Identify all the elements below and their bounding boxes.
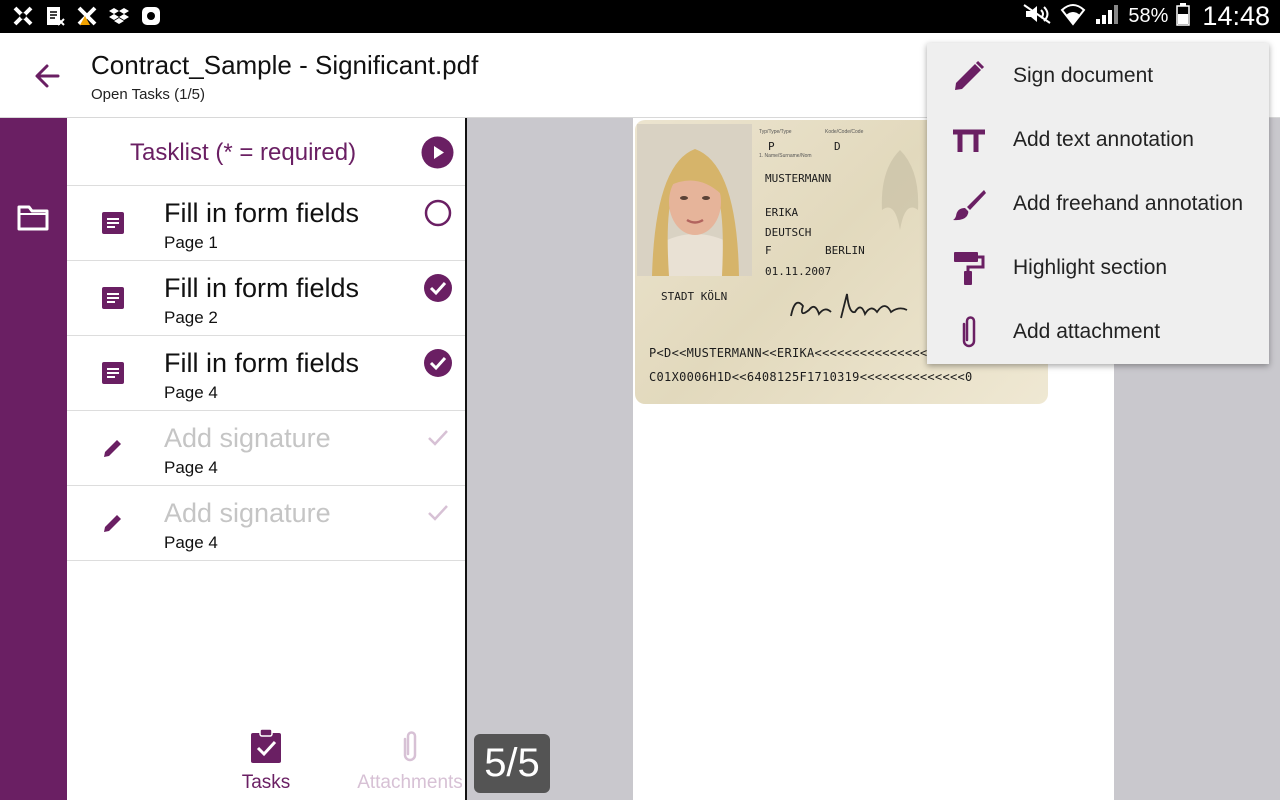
menu-item-add-attachment[interactable]: Add attachment [927, 300, 1269, 364]
tab-tasks-label: Tasks [241, 772, 291, 793]
task-row[interactable]: Add signature Page 4 [67, 486, 465, 561]
id-birth-code: F [765, 244, 772, 257]
wifi-icon [1060, 2, 1086, 31]
tab-attachments[interactable]: Attachments [345, 728, 475, 798]
id-name-caption: 1. Name/Surname/Nom [759, 153, 812, 159]
form-icon [100, 360, 126, 386]
tasklist-header: Tasklist (* = required) [67, 118, 465, 186]
tab-tasks[interactable]: Tasks [201, 728, 331, 798]
play-icon[interactable] [421, 136, 454, 169]
clock: 14:48 [1202, 1, 1270, 31]
id-mrz-line-2: C01X0006H1D<<6408125F1710319<<<<<<<<<<<<… [649, 370, 973, 384]
document-title: Contract_Sample - Significant.pdf [91, 50, 479, 80]
menu-item-highlight-section[interactable]: Highlight section [927, 236, 1269, 300]
task-page: Page 4 [164, 533, 218, 552]
eagle-watermark [881, 150, 919, 230]
task-row[interactable]: Fill in form fields Page 2 [67, 261, 465, 336]
document-icon [44, 5, 66, 27]
id-surname: MUSTERMANN [765, 172, 832, 185]
menu-item-add-text-annotation[interactable]: Add text annotation [927, 108, 1269, 172]
annotation-menu: Sign document Add text annotation Add fr… [927, 43, 1269, 364]
pencil-icon [100, 510, 126, 536]
menu-item-sign-document[interactable]: Sign document [927, 44, 1269, 108]
task-row[interactable]: Fill in form fields Page 4 [67, 336, 465, 411]
system-indicators: 58% 14:48 [1022, 0, 1270, 33]
signal-icon [1094, 3, 1120, 30]
notification-icons [12, 5, 162, 27]
battery-percentage: 58% [1128, 5, 1169, 27]
tasklist-title: Tasklist (* = required) [130, 139, 357, 166]
id-type-caption: Typ/Type/Type [759, 129, 792, 135]
back-arrow-icon[interactable] [30, 61, 66, 91]
navigation-rail [0, 118, 67, 800]
form-icon [100, 285, 126, 311]
status-bar: 58% 14:48 [0, 0, 1280, 33]
page-counter: 5/5 [474, 734, 550, 793]
task-page: Page 1 [164, 233, 218, 252]
id-birth-place: BERLIN [825, 244, 865, 257]
menu-label: Add attachment [1013, 320, 1161, 343]
folder-icon[interactable] [16, 203, 50, 233]
id-photo [637, 124, 752, 276]
id-signature [790, 293, 908, 319]
id-mrz-line-1: P<D<<MUSTERMANN<<ERIKA<<<<<<<<<<<<<<<<<<… [649, 346, 958, 360]
task-title: Add signature [164, 498, 331, 528]
id-type: P [768, 140, 775, 153]
id-authority: STADT KÖLN [661, 290, 728, 303]
id-nationality: DEUTSCH [765, 226, 812, 239]
id-code-caption: Kode/Code/Code [825, 129, 864, 135]
menu-label: Add text annotation [1013, 128, 1194, 151]
menu-label: Sign document [1013, 64, 1154, 87]
task-title: Fill in form fields [164, 348, 360, 378]
task-page: Page 2 [164, 308, 218, 327]
check-icon [423, 423, 453, 453]
tab-attachments-label: Attachments [357, 772, 463, 793]
app-root: 58% 14:48 Contract_Sample - Significant.… [0, 0, 1280, 800]
mute-icon [1022, 3, 1052, 30]
tasklist-panel: Tasklist (* = required) Fill in form fie… [67, 118, 465, 800]
menu-item-add-freehand-annotation[interactable]: Add freehand annotation [927, 172, 1269, 236]
check-circle-icon[interactable] [423, 348, 453, 378]
task-row[interactable]: Add signature Page 4 [67, 411, 465, 486]
dropbox-icon [108, 5, 130, 27]
check-icon [423, 498, 453, 528]
id-code: D [834, 140, 841, 153]
menu-label: Highlight section [1013, 256, 1168, 279]
pencil-icon [951, 58, 987, 94]
empty-circle-icon[interactable] [423, 198, 453, 228]
form-icon [100, 210, 126, 236]
paperclip-icon [393, 728, 427, 764]
task-title: Fill in form fields [164, 273, 360, 303]
id-given-name: ERIKA [765, 206, 799, 219]
app-x-warning-icon [76, 5, 98, 27]
menu-label: Add freehand annotation [1013, 192, 1244, 215]
galaxy-app-icon [140, 5, 162, 27]
task-page: Page 4 [164, 383, 218, 402]
check-circle-icon[interactable] [423, 273, 453, 303]
task-title: Add signature [164, 423, 331, 453]
paint-roller-icon [951, 250, 987, 286]
task-title: Fill in form fields [164, 198, 360, 228]
task-page: Page 4 [164, 458, 218, 477]
task-row[interactable]: Fill in form fields Page 1 [67, 186, 465, 261]
app-x-icon [12, 5, 34, 27]
text-size-icon [951, 122, 987, 158]
paperclip-icon [951, 314, 987, 350]
id-date: 01.11.2007 [765, 265, 832, 278]
clipboard-check-icon [249, 728, 283, 764]
brush-icon [951, 186, 987, 222]
open-tasks-subtitle: Open Tasks (1/5) [91, 86, 205, 103]
pencil-icon [100, 435, 126, 461]
battery-icon [1176, 2, 1191, 31]
